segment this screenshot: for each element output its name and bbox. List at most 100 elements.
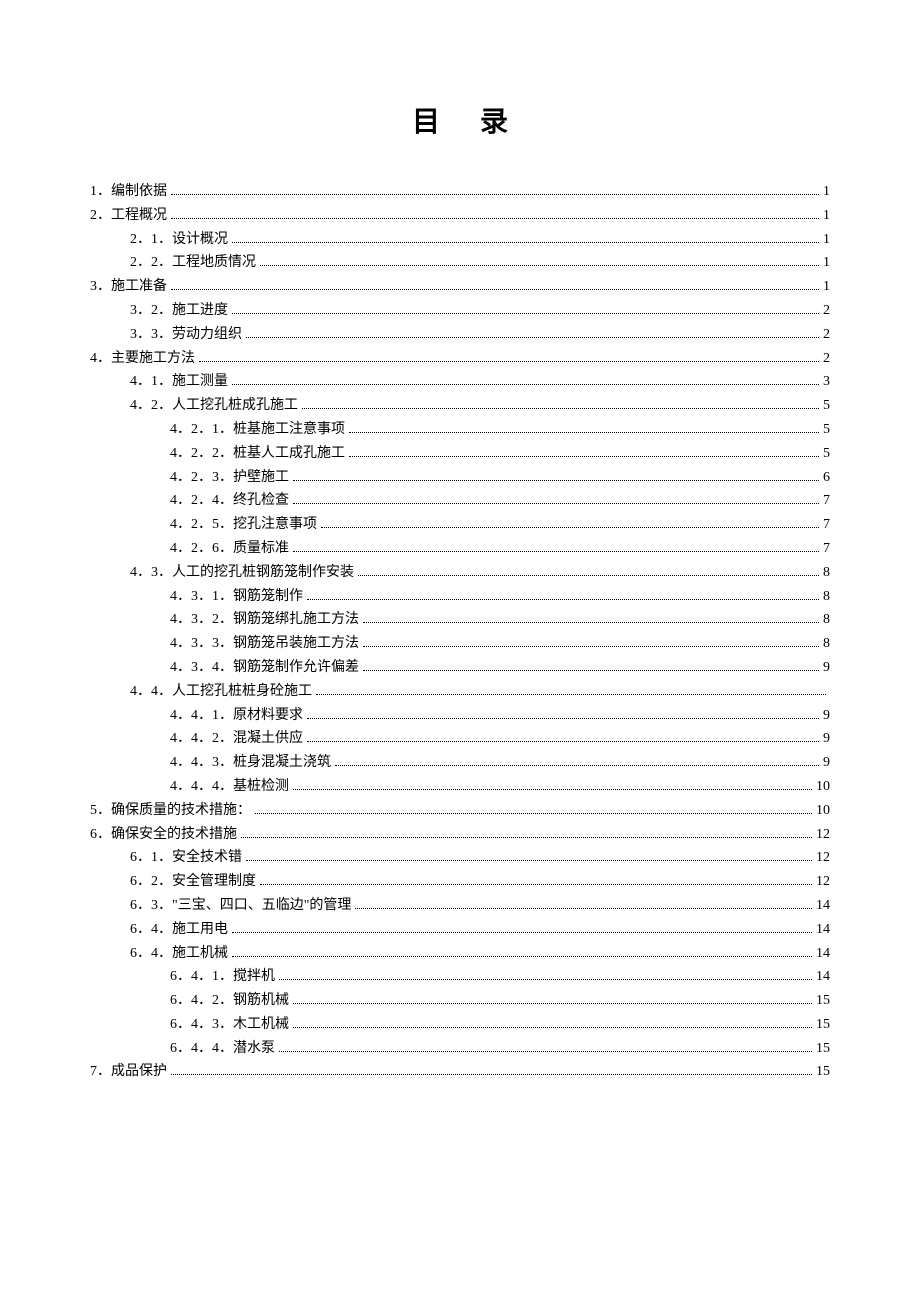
toc-entry-label: 7．成品保护 [90, 1060, 167, 1084]
toc-entry-label: 4．1．施工测量 [130, 370, 228, 394]
toc-entry-page: 9 [823, 656, 830, 680]
toc-entry: 4．2．人工挖孔桩成孔施工 5 [90, 394, 830, 418]
toc-entry-page: 9 [823, 751, 830, 775]
toc-entry-page: 5 [823, 394, 830, 418]
toc-entry-page: 1 [823, 204, 830, 228]
toc-entry: 4．主要施工方法2 [90, 347, 830, 371]
toc-entry-page: 8 [823, 585, 830, 609]
toc-entry-label: 4．2．2．桩基人工成孔施工 [170, 442, 345, 466]
toc-entry-page: 12 [816, 823, 830, 847]
toc-entry-page: 14 [816, 918, 830, 942]
toc-entry-label: 4．4．人工挖孔桩桩身砼施工 [130, 680, 312, 704]
toc-entry-label: 4．2．人工挖孔桩成孔施工 [130, 394, 298, 418]
toc-entry-label: 2．1．设计概况 [130, 228, 228, 252]
toc-dots [171, 1074, 812, 1075]
toc-entry: 4．3．3．钢筋笼吊装施工方法8 [90, 632, 830, 656]
toc-entry-label: 4．4．1．原材料要求 [170, 704, 303, 728]
toc-entry-page: 14 [816, 965, 830, 989]
toc-entry-label: 4．4．3．桩身混凝土浇筑 [170, 751, 331, 775]
toc-dots [321, 527, 819, 528]
toc-dots [355, 908, 812, 909]
toc-entry: 6．4．施工机械14 [90, 942, 830, 966]
toc-dots [335, 765, 819, 766]
toc-entry: 4．3．2．钢筋笼绑扎施工方法8 [90, 608, 830, 632]
toc-dots [293, 1027, 812, 1028]
toc-dots [307, 599, 819, 600]
toc-entry-label: 4．3．1．钢筋笼制作 [170, 585, 303, 609]
toc-entry: 6．4．1．搅拌机 14 [90, 965, 830, 989]
toc-entry-label: 4．2．4．终孔检查 [170, 489, 289, 513]
toc-entry: 4．3．1．钢筋笼制作 8 [90, 585, 830, 609]
toc-entry-page: 3 [823, 370, 830, 394]
toc-dots [279, 979, 812, 980]
toc-entry-label: 6．4．3．木工机械 [170, 1013, 289, 1037]
toc-dots [316, 694, 826, 695]
toc-dots [232, 932, 812, 933]
toc-entry-page: 1 [823, 251, 830, 275]
toc-dots [232, 242, 819, 243]
toc-dots [279, 1051, 812, 1052]
toc-entry-label: 6．1．安全技术错 [130, 846, 242, 870]
toc-entry-page: 7 [823, 489, 830, 513]
toc-entry-label: 4．主要施工方法 [90, 347, 195, 371]
toc-dots [246, 860, 812, 861]
toc-dots [363, 646, 819, 647]
toc-entry-label: 4．3．4．钢筋笼制作允许偏差 [170, 656, 359, 680]
toc-dots [171, 218, 819, 219]
toc-entry: 6．3．"三宝、四口、五临边"的管理14 [90, 894, 830, 918]
toc-entry: 5．确保质量的技术措施：10 [90, 799, 830, 823]
toc-entry-label: 4．3．人工的挖孔桩钢筋笼制作安装 [130, 561, 354, 585]
toc-dots [302, 408, 819, 409]
toc-entry-label: 4．2．3．护壁施工 [170, 466, 289, 490]
toc-entry: 2．工程概况 1 [90, 204, 830, 228]
toc-entry-page: 12 [816, 846, 830, 870]
toc-entry-page: 8 [823, 632, 830, 656]
toc-entry: 6．2．安全管理制度12 [90, 870, 830, 894]
toc-entry: 4．2．5．挖孔注意事项7 [90, 513, 830, 537]
toc-entry: 3．施工准备 1 [90, 275, 830, 299]
toc-entry-label: 4．2．5．挖孔注意事项 [170, 513, 317, 537]
toc-entry-page: 15 [816, 1013, 830, 1037]
toc-entry: 4．4．2．混凝土供应9 [90, 727, 830, 751]
toc-entry: 6．4．2．钢筋机械15 [90, 989, 830, 1013]
toc-entry: 4．2．3．护壁施工6 [90, 466, 830, 490]
toc-dots [199, 361, 819, 362]
toc-entry-label: 4．2．1．桩基施工注意事项 [170, 418, 345, 442]
toc-entry: 4．2．2．桩基人工成孔施工5 [90, 442, 830, 466]
toc-entry-page: 1 [823, 275, 830, 299]
toc-dots [307, 718, 819, 719]
toc-entry-label: 6．3．"三宝、四口、五临边"的管理 [130, 894, 351, 918]
toc-dots [363, 670, 819, 671]
toc-dots [293, 789, 812, 790]
toc-dots [293, 1003, 812, 1004]
toc-entry-label: 6．2．安全管理制度 [130, 870, 256, 894]
toc-dots [246, 337, 819, 338]
toc-dots [307, 741, 819, 742]
toc-dots [232, 956, 812, 957]
toc-entry: 4．1．施工测量 3 [90, 370, 830, 394]
toc-entry-label: 4．4．2．混凝土供应 [170, 727, 303, 751]
toc-entry-label: 3．3．劳动力组织 [130, 323, 242, 347]
toc-entry-page: 15 [816, 1037, 830, 1061]
toc-entry-label: 3．2．施工进度 [130, 299, 228, 323]
toc-entry: 4．3．4．钢筋笼制作允许偏差 9 [90, 656, 830, 680]
toc-entry-label: 2．2．工程地质情况 [130, 251, 256, 275]
toc-entry: 1．编制依据1 [90, 180, 830, 204]
toc-entry: 6．4．3．木工机械 15 [90, 1013, 830, 1037]
toc-entry-label: 3．施工准备 [90, 275, 167, 299]
toc-entry-label: 6．4．1．搅拌机 [170, 965, 275, 989]
toc-dots [241, 837, 812, 838]
toc-entry-label: 6．4．4．潜水泵 [170, 1037, 275, 1061]
document-title: 目录 [90, 100, 830, 140]
toc-dots [358, 575, 819, 576]
toc-dots [232, 384, 819, 385]
toc-entry: 4．4．3．桩身混凝土浇筑 9 [90, 751, 830, 775]
toc-entry-label: 6．4．2．钢筋机械 [170, 989, 289, 1013]
toc-entry: 6．4．4．潜水泵 15 [90, 1037, 830, 1061]
toc-entry: 3．2．施工进度2 [90, 299, 830, 323]
toc-entry-page: 7 [823, 537, 830, 561]
toc-dots [349, 432, 819, 433]
toc-entry-label: 4．3．2．钢筋笼绑扎施工方法 [170, 608, 359, 632]
toc-entry-label: 2．工程概况 [90, 204, 167, 228]
toc-entry-page: 1 [823, 180, 830, 204]
